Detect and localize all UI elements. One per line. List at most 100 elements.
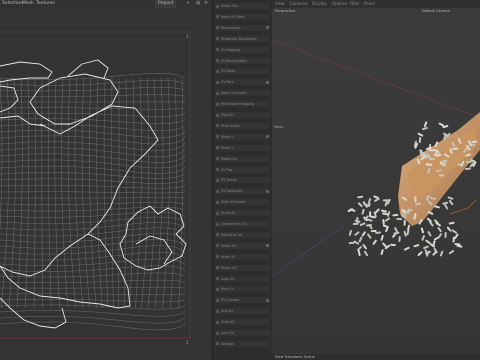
tool-icon <box>216 298 219 302</box>
viewport-scene[interactable]: Move <box>272 14 480 354</box>
tool-button[interactable]: Auto Cut Seams <box>215 90 270 97</box>
tool-icon <box>216 277 219 280</box>
tool-icon <box>216 4 219 8</box>
toggle-icon[interactable] <box>266 298 269 302</box>
tool-icon <box>216 331 219 335</box>
viewport-menu-item[interactable]: Cameras <box>290 0 308 8</box>
tool-icon <box>216 80 219 84</box>
viewport-menu-item[interactable]: Display <box>312 0 327 8</box>
tool-icon <box>216 157 219 161</box>
tool-icon <box>216 233 219 237</box>
tool-button[interactable]: UV Mode <box>215 68 270 75</box>
view-transform-label: View Transform: Scene <box>275 355 315 359</box>
tool-button[interactable]: Rotate UV <box>215 155 270 162</box>
tool-button[interactable]: Point Island Mapping <box>215 101 270 108</box>
tool-button[interactable]: Lock UV <box>215 330 270 336</box>
tool-icon <box>216 15 219 19</box>
tool-label: UV Manipulation <box>221 58 248 63</box>
tool-icon <box>216 59 219 62</box>
tool-label: UV Pack <box>221 80 234 85</box>
menu-selection[interactable]: Selection <box>2 0 23 8</box>
tool-button[interactable]: Snap UV <box>215 319 270 326</box>
tool-button[interactable]: UV Tag <box>215 166 270 173</box>
viewport-menu-item[interactable]: Filter <box>350 0 360 8</box>
toggle-icon[interactable] <box>266 189 269 193</box>
viewport-menu-item[interactable]: Options <box>332 0 347 8</box>
tool-icon <box>216 102 219 106</box>
tool-button[interactable]: UV Manipulation <box>215 57 270 64</box>
tool-button[interactable]: UV Rectangle <box>215 188 270 195</box>
tool-button[interactable]: Fit to Island <box>215 122 270 129</box>
tool-label: Geometry to UV <box>221 222 247 226</box>
tool-label: Fit to Island <box>221 123 240 128</box>
tool-icon <box>216 244 219 248</box>
tool-button[interactable]: Select UV <box>215 242 270 249</box>
tool-button[interactable]: Loop UV <box>215 275 270 282</box>
tool-label: Select UV <box>221 243 237 248</box>
tool-label: UV Rectangle <box>221 189 243 194</box>
tool-label: Snap UV <box>221 320 235 325</box>
tool-icon <box>216 287 219 291</box>
tool-button[interactable]: Align UV Island <box>215 199 270 206</box>
toggle-icon[interactable] <box>266 244 269 248</box>
tool-icon <box>216 124 219 128</box>
tool-icon <box>216 26 219 30</box>
tool-icon <box>216 91 219 95</box>
tool-icon <box>216 255 219 259</box>
chevron-down-icon[interactable]: ▾ <box>187 0 189 8</box>
tool-button[interactable]: Straighten Boundaries <box>215 35 270 42</box>
menu-mesh[interactable]: Mesh <box>22 0 34 8</box>
tool-label: Islands to UV <box>221 232 242 237</box>
tool-icon <box>216 168 219 171</box>
move-label: Move <box>274 125 283 129</box>
tool-button[interactable]: UV Convert <box>215 297 270 304</box>
tool-button[interactable]: Shrink UV <box>215 264 270 271</box>
tool-button[interactable]: Map UV <box>215 112 270 118</box>
tool-button[interactable]: UV Mapping <box>215 46 270 53</box>
uv-tools-panel: Select UVs Relax UV Mesh Pack Islands Strai… <box>212 0 273 360</box>
tool-icon <box>216 266 219 270</box>
toggle-icon[interactable] <box>266 80 269 84</box>
tool-button[interactable]: UV Terrain <box>215 177 270 184</box>
tool-icon <box>216 222 219 226</box>
toggle-icon[interactable] <box>266 135 269 139</box>
tool-label: Straighten Boundaries <box>221 36 257 41</box>
project-dropdown[interactable]: Project <box>155 0 177 8</box>
tool-label: UV Tag <box>221 167 232 172</box>
tool-button[interactable]: Ring UV <box>215 286 270 293</box>
tool-label: Auto Cut Seams <box>221 91 247 96</box>
tool-button[interactable]: Mirror U <box>215 133 270 140</box>
uv-canvas[interactable]: 1 1 <box>0 8 212 360</box>
tool-icon <box>216 48 219 52</box>
viewport-menu-item[interactable]: View <box>275 0 285 8</box>
tool-button[interactable]: Geometry to UV <box>215 221 270 227</box>
tool-label: Rotate UV <box>221 156 237 161</box>
toggle-icon[interactable] <box>266 26 269 30</box>
tool-button[interactable]: UV Pack <box>215 79 270 86</box>
tool-button[interactable]: Scale UV <box>215 210 270 217</box>
uv-editor[interactable]: 1 1 <box>0 8 212 360</box>
tool-button[interactable]: Grid UV <box>215 308 270 315</box>
viewport-menu-item[interactable]: Panel <box>364 0 375 8</box>
tool-button[interactable]: Settings <box>215 340 270 347</box>
tool-label: Settings <box>221 341 235 346</box>
tool-button[interactable]: Islands to UV <box>215 231 270 238</box>
3d-viewport[interactable]: View Cameras Display Options Filter Pane… <box>272 0 480 360</box>
tool-button[interactable]: Pack Islands <box>215 24 270 31</box>
grid-icon[interactable]: ▦ <box>196 0 200 8</box>
viewport-menu: View Cameras Display Options Filter Pane… <box>272 0 480 8</box>
tool-label: UV Mapping <box>221 47 241 52</box>
tool-icon <box>216 309 219 313</box>
tool-label: Map UV <box>221 113 234 117</box>
tool-label: Relax UV Mesh <box>221 14 245 19</box>
tool-label: Lock UV <box>221 331 234 335</box>
tool-icon <box>216 113 219 117</box>
tool-button[interactable]: Relax UV Mesh <box>215 13 270 20</box>
tool-icon <box>216 211 219 215</box>
menu-textures[interactable]: Textures <box>36 0 55 8</box>
tool-button[interactable]: Grow UV <box>215 253 270 260</box>
tool-button[interactable]: Mirror V <box>215 144 270 151</box>
tool-button[interactable]: Select UVs <box>215 3 270 9</box>
settings-icon[interactable]: ⚙ <box>204 0 208 8</box>
tool-label: UV Mode <box>221 69 236 74</box>
